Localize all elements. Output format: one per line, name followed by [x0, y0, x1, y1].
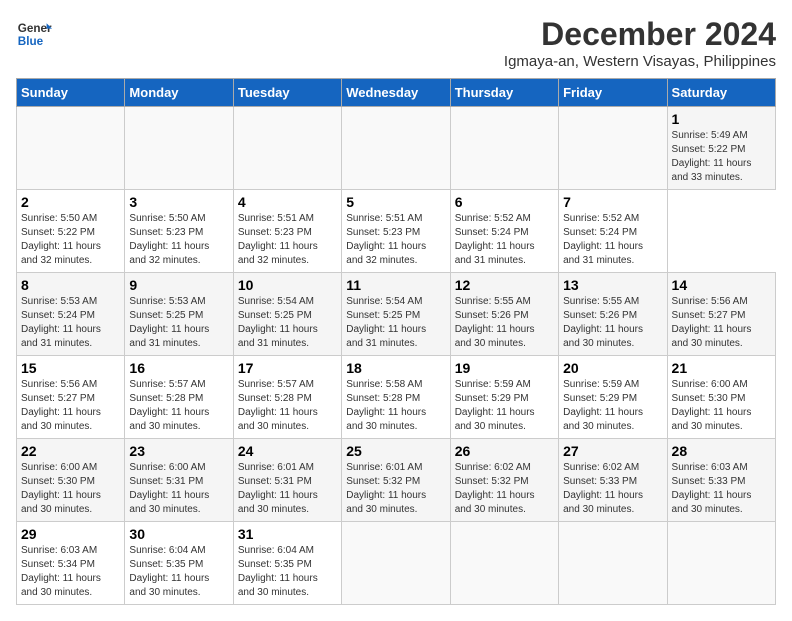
col-header-monday: Monday: [125, 79, 233, 107]
col-header-friday: Friday: [559, 79, 667, 107]
calendar-cell: 20Sunrise: 5:59 AMSunset: 5:29 PMDayligh…: [559, 356, 667, 439]
page-header: General Blue General Blue December 2024 …: [16, 16, 776, 70]
location-title: Igmaya-an, Western Visayas, Philippines: [504, 53, 776, 70]
calendar-cell: 6Sunrise: 5:52 AMSunset: 5:24 PMDaylight…: [450, 190, 558, 273]
calendar-table: SundayMondayTuesdayWednesdayThursdayFrid…: [16, 78, 776, 605]
col-header-thursday: Thursday: [450, 79, 558, 107]
calendar-cell: 17Sunrise: 5:57 AMSunset: 5:28 PMDayligh…: [233, 356, 341, 439]
col-header-sunday: Sunday: [17, 79, 125, 107]
calendar-cell-empty: [342, 107, 450, 190]
calendar-cell-empty: [125, 107, 233, 190]
calendar-cell: 28Sunrise: 6:03 AMSunset: 5:33 PMDayligh…: [667, 439, 775, 522]
calendar-cell: 22Sunrise: 6:00 AMSunset: 5:30 PMDayligh…: [17, 439, 125, 522]
calendar-cell-empty: [450, 107, 558, 190]
calendar-cell: 29Sunrise: 6:03 AMSunset: 5:34 PMDayligh…: [17, 522, 125, 605]
calendar-cell: 9Sunrise: 5:53 AMSunset: 5:25 PMDaylight…: [125, 273, 233, 356]
calendar-cell: 25Sunrise: 6:01 AMSunset: 5:32 PMDayligh…: [342, 439, 450, 522]
calendar-cell: 16Sunrise: 5:57 AMSunset: 5:28 PMDayligh…: [125, 356, 233, 439]
calendar-week-row: 29Sunrise: 6:03 AMSunset: 5:34 PMDayligh…: [17, 522, 776, 605]
calendar-cell: 31Sunrise: 6:04 AMSunset: 5:35 PMDayligh…: [233, 522, 341, 605]
calendar-cell: 8Sunrise: 5:53 AMSunset: 5:24 PMDaylight…: [17, 273, 125, 356]
calendar-cell: 26Sunrise: 6:02 AMSunset: 5:32 PMDayligh…: [450, 439, 558, 522]
calendar-cell-empty: [559, 522, 667, 605]
calendar-cell-empty: [17, 107, 125, 190]
calendar-cell-empty: [667, 522, 775, 605]
calendar-cell: 7Sunrise: 5:52 AMSunset: 5:24 PMDaylight…: [559, 190, 667, 273]
calendar-cell: 27Sunrise: 6:02 AMSunset: 5:33 PMDayligh…: [559, 439, 667, 522]
calendar-cell-empty: [450, 522, 558, 605]
calendar-week-row: 8Sunrise: 5:53 AMSunset: 5:24 PMDaylight…: [17, 273, 776, 356]
calendar-cell: 18Sunrise: 5:58 AMSunset: 5:28 PMDayligh…: [342, 356, 450, 439]
calendar-cell-empty: [559, 107, 667, 190]
calendar-cell: 2Sunrise: 5:50 AMSunset: 5:22 PMDaylight…: [17, 190, 125, 273]
svg-text:Blue: Blue: [18, 35, 44, 48]
calendar-cell: 5Sunrise: 5:51 AMSunset: 5:23 PMDaylight…: [342, 190, 450, 273]
logo: General Blue General Blue: [16, 16, 52, 52]
calendar-cell: 12Sunrise: 5:55 AMSunset: 5:26 PMDayligh…: [450, 273, 558, 356]
calendar-cell: 1Sunrise: 5:49 AMSunset: 5:22 PMDaylight…: [667, 107, 775, 190]
calendar-cell: 10Sunrise: 5:54 AMSunset: 5:25 PMDayligh…: [233, 273, 341, 356]
calendar-cell: 11Sunrise: 5:54 AMSunset: 5:25 PMDayligh…: [342, 273, 450, 356]
calendar-cell: 4Sunrise: 5:51 AMSunset: 5:23 PMDaylight…: [233, 190, 341, 273]
calendar-header-row: SundayMondayTuesdayWednesdayThursdayFrid…: [17, 79, 776, 107]
calendar-cell: 13Sunrise: 5:55 AMSunset: 5:26 PMDayligh…: [559, 273, 667, 356]
month-title: December 2024: [504, 16, 776, 53]
calendar-week-row: 22Sunrise: 6:00 AMSunset: 5:30 PMDayligh…: [17, 439, 776, 522]
calendar-cell: 21Sunrise: 6:00 AMSunset: 5:30 PMDayligh…: [667, 356, 775, 439]
calendar-cell-empty: [233, 107, 341, 190]
calendar-cell: 19Sunrise: 5:59 AMSunset: 5:29 PMDayligh…: [450, 356, 558, 439]
calendar-cell: 14Sunrise: 5:56 AMSunset: 5:27 PMDayligh…: [667, 273, 775, 356]
calendar-week-row: 2Sunrise: 5:50 AMSunset: 5:22 PMDaylight…: [17, 190, 776, 273]
calendar-week-row: 15Sunrise: 5:56 AMSunset: 5:27 PMDayligh…: [17, 356, 776, 439]
calendar-cell: 15Sunrise: 5:56 AMSunset: 5:27 PMDayligh…: [17, 356, 125, 439]
calendar-cell-empty: [342, 522, 450, 605]
calendar-cell: 30Sunrise: 6:04 AMSunset: 5:35 PMDayligh…: [125, 522, 233, 605]
title-block: December 2024 Igmaya-an, Western Visayas…: [504, 16, 776, 70]
logo-icon: General Blue: [16, 16, 52, 52]
col-header-saturday: Saturday: [667, 79, 775, 107]
calendar-week-row: 1Sunrise: 5:49 AMSunset: 5:22 PMDaylight…: [17, 107, 776, 190]
calendar-cell: 23Sunrise: 6:00 AMSunset: 5:31 PMDayligh…: [125, 439, 233, 522]
col-header-tuesday: Tuesday: [233, 79, 341, 107]
calendar-cell: 3Sunrise: 5:50 AMSunset: 5:23 PMDaylight…: [125, 190, 233, 273]
col-header-wednesday: Wednesday: [342, 79, 450, 107]
calendar-cell: 24Sunrise: 6:01 AMSunset: 5:31 PMDayligh…: [233, 439, 341, 522]
